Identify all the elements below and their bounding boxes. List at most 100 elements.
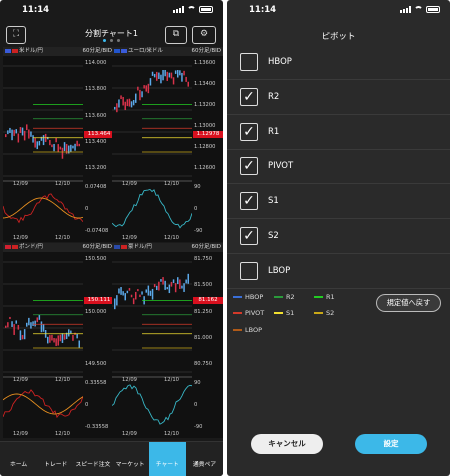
- date-label: 12/09: [122, 377, 137, 383]
- layout-switch-icon[interactable]: ⧉: [165, 26, 187, 44]
- axis-tick: 113.400: [85, 138, 107, 145]
- candle: [76, 333, 78, 339]
- pivot-label: S1: [268, 196, 279, 207]
- candle: [137, 86, 139, 91]
- current-price-tag: 113.464: [84, 131, 114, 138]
- pivot-row-s1[interactable]: ✓ S1: [227, 184, 450, 220]
- candle: [147, 83, 150, 94]
- legend-swatch: [314, 312, 323, 314]
- date-label: 12/10: [164, 377, 179, 383]
- checkbox[interactable]: ✓: [240, 227, 258, 245]
- candle: [145, 289, 147, 293]
- candlestick-plot[interactable]: [3, 252, 83, 438]
- nav-trade[interactable]: トレード: [37, 442, 74, 476]
- sub-axis-tick: 0: [85, 206, 89, 212]
- axis-tick: 81.250: [194, 308, 213, 315]
- candle: [9, 316, 11, 320]
- candle: [13, 129, 15, 136]
- date-label: 12/09: [13, 377, 28, 383]
- pivot-row-r2[interactable]: ✓ R2: [227, 80, 450, 115]
- candlestick-plot[interactable]: [112, 252, 192, 438]
- candle: [153, 73, 156, 78]
- pivot-row-pivot[interactable]: ✓ PIVOT: [227, 149, 450, 185]
- current-price-tag: 1.12978: [193, 131, 223, 138]
- date-label: 12/10: [164, 181, 179, 187]
- axis-tick: 81.000: [194, 334, 213, 341]
- candle: [7, 130, 9, 135]
- price-axis: 81.750 81.500 81.250 81.000 80.750 90 0 -90: [193, 252, 223, 438]
- checkbox[interactable]: ✓: [240, 192, 258, 211]
- legend-label: HBOP: [245, 293, 264, 301]
- date-label: 12/09: [122, 431, 137, 437]
- chart-panel[interactable]: 豪ドル/円 60分足/BID 81.750 81.500 81.250 81.000 80.…: [112, 243, 223, 438]
- page-indicator[interactable]: [0, 39, 223, 42]
- candle: [187, 273, 189, 284]
- nav-currency-pair[interactable]: 通貨ペア: [186, 442, 223, 476]
- sub-axis-tick: 0.07408: [85, 184, 107, 190]
- candle: [185, 76, 187, 82]
- pivot-row-lbop[interactable]: LBOP: [227, 254, 450, 289]
- nav-market[interactable]: マーケット: [112, 442, 149, 476]
- checkbox[interactable]: [240, 53, 258, 71]
- chart-panel[interactable]: 米ドル/円 60分足/BID 114.000 113.800 113.600 113.40…: [3, 47, 114, 242]
- panel-header: 豪ドル/円 60分足/BID: [112, 243, 223, 252]
- candle: [36, 141, 38, 150]
- legend-swatch: [314, 296, 323, 298]
- cancel-button[interactable]: キャンセル: [251, 434, 323, 454]
- candle: [38, 314, 41, 320]
- pivot-row-hbop[interactable]: HBOP: [227, 45, 450, 80]
- candle: [179, 279, 181, 289]
- candle: [141, 291, 143, 295]
- candle: [177, 277, 179, 284]
- speed-order-icon: [74, 445, 111, 459]
- current-price-tag: 150.111: [84, 297, 114, 304]
- legend-item: LBOP: [233, 326, 262, 334]
- pivot-row-r1[interactable]: ✓ R1: [227, 115, 450, 150]
- chart-panel[interactable]: ポンド/円 60分足/BID 150.500 150.000 149.500 0.3355…: [3, 243, 114, 438]
- flag-icon: [5, 244, 11, 249]
- candle: [164, 70, 166, 77]
- candle: [147, 285, 150, 296]
- candle: [174, 283, 177, 293]
- axis-tick: 81.500: [194, 282, 213, 289]
- candle: [164, 280, 166, 290]
- checkbox[interactable]: [240, 261, 258, 280]
- axis-tick: 1.12800: [194, 144, 216, 150]
- nav-home[interactable]: ホーム: [0, 442, 37, 476]
- flag-icon: [12, 48, 18, 53]
- candle: [17, 324, 20, 330]
- panel-header: 米ドル/円 60分足/BID: [3, 47, 114, 56]
- pivot-label: R1: [268, 126, 280, 137]
- nav-label: ホーム: [9, 462, 28, 468]
- candlestick-plot[interactable]: [112, 56, 192, 242]
- pivot-row-s2[interactable]: ✓ S2: [227, 219, 450, 254]
- pivot-label: R2: [268, 91, 280, 102]
- candle: [128, 98, 131, 107]
- date-label: 12/10: [55, 431, 70, 437]
- candle: [153, 284, 156, 288]
- axis-tick: 113.800: [85, 86, 107, 93]
- nav-chart[interactable]: チャート: [148, 442, 186, 476]
- axis-tick: 1.13200: [194, 102, 216, 108]
- candle: [135, 93, 137, 103]
- chart-panel[interactable]: ユーロ/米ドル 60分足/BID 1.13600 1.13400 1.13200 1.13…: [112, 47, 223, 242]
- date-label: 12/10: [164, 235, 179, 241]
- candle: [122, 291, 124, 296]
- reset-defaults-button[interactable]: 規定値へ戻す: [376, 294, 441, 312]
- checkbox[interactable]: ✓: [240, 87, 258, 106]
- flag-icon: [114, 244, 120, 249]
- candle: [116, 295, 118, 306]
- candlestick-plot[interactable]: [3, 56, 83, 242]
- candle: [57, 144, 59, 153]
- chart-icon: [149, 445, 186, 459]
- chart-settings-icon[interactable]: ⚙: [192, 26, 216, 44]
- checkbox[interactable]: ✓: [240, 122, 258, 141]
- confirm-button[interactable]: 設定: [355, 434, 427, 454]
- flag-icon: [121, 48, 127, 53]
- candle: [19, 330, 22, 341]
- checkbox[interactable]: ✓: [240, 157, 258, 176]
- candle: [76, 140, 78, 147]
- legend-item: S2: [314, 309, 334, 317]
- nav-speed-order[interactable]: スピード注文: [74, 442, 111, 476]
- flag-icon: [114, 48, 120, 53]
